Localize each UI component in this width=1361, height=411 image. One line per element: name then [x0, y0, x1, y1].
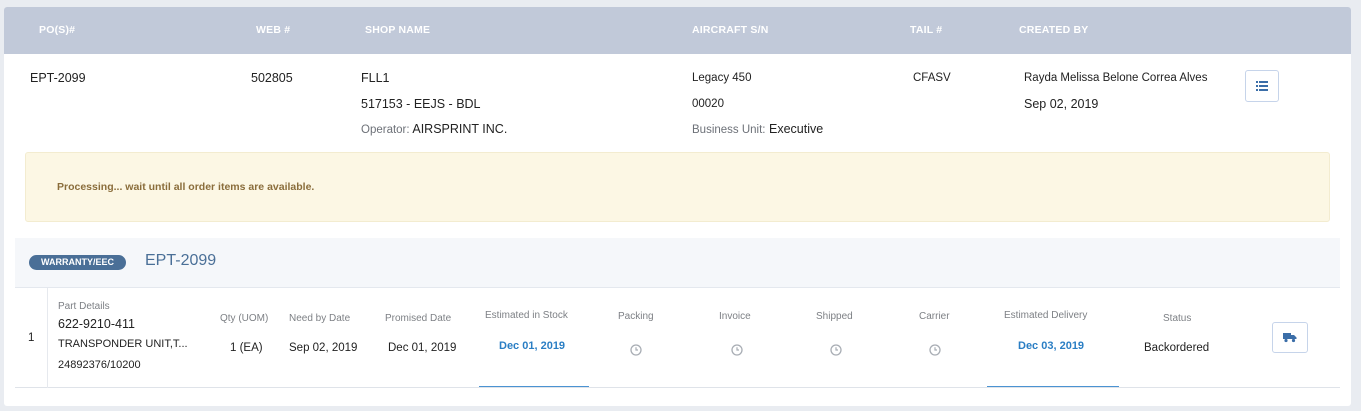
po-number: EPT-2099	[30, 71, 86, 85]
created-by: Rayda Melissa Belone Correa Alves	[1024, 72, 1208, 84]
processing-alert: Processing... wait until all order items…	[25, 152, 1330, 222]
clock-icon	[630, 344, 642, 356]
column-label-invoice: Invoice	[719, 311, 751, 322]
part-reference: 24892376/10200	[58, 359, 141, 371]
column-label-packing: Packing	[618, 311, 654, 322]
column-header-aircraft: AIRCRAFT S/N	[692, 24, 769, 36]
part-number[interactable]: 622-9210-411	[58, 317, 135, 331]
row-index: 1	[28, 332, 35, 344]
business-unit-label: Business Unit:	[692, 124, 766, 136]
order-header: WARRANTY/EEC EPT-2099	[15, 238, 1340, 287]
web-number: 502805	[251, 71, 293, 85]
column-label-est-delivery: Estimated Delivery	[1004, 310, 1088, 321]
truck-icon	[1283, 333, 1297, 343]
shop-name: FLL1	[361, 71, 390, 85]
alert-message: Processing... wait until all order items…	[57, 181, 315, 193]
column-header-web: WEB #	[256, 24, 291, 36]
table-row: 1 Part Details 622-9210-411 TRANSPONDER …	[15, 287, 1340, 388]
column-label-carrier: Carrier	[919, 311, 950, 322]
column-label-status: Status	[1163, 313, 1192, 324]
est-stock-underline	[479, 386, 589, 387]
order-id: EPT-2099	[145, 252, 217, 269]
divider	[47, 288, 48, 388]
column-label-est-stock: Estimated in Stock	[485, 310, 568, 321]
operator-label: Operator:	[361, 124, 410, 136]
quantity: 1 (EA)	[230, 342, 263, 354]
column-label-qty: Qty (UOM)	[220, 313, 269, 324]
column-label-part-details: Part Details	[58, 301, 110, 312]
column-label-promised: Promised Date	[385, 313, 452, 324]
operator-value: AIRSPRINT INC.	[412, 122, 508, 136]
clock-icon	[929, 344, 941, 356]
operator: Operator: AIRSPRINT INC.	[361, 122, 507, 136]
part-description: TRANSPONDER UNIT,T...	[58, 338, 188, 350]
list-icon	[1256, 81, 1268, 91]
promised-date: Dec 01, 2019	[388, 342, 457, 354]
order-block: WARRANTY/EEC EPT-2099 1 Part Details 622…	[15, 238, 1340, 398]
column-header-po: PO(S)#	[39, 24, 76, 36]
aircraft-model: Legacy 450	[692, 72, 752, 84]
est-stock-date[interactable]: Dec 01, 2019	[499, 340, 565, 352]
column-label-shipped: Shipped	[816, 311, 853, 322]
created-date: Sep 02, 2019	[1024, 97, 1099, 111]
list-button[interactable]	[1245, 70, 1279, 102]
tail-number: CFASV	[913, 72, 951, 84]
clock-icon	[830, 344, 842, 356]
column-header-created: CREATED BY	[1019, 24, 1089, 36]
order-card: PO(S)# WEB # SHOP NAME AIRCRAFT S/N TAIL…	[4, 7, 1351, 406]
need-by-date: Sep 02, 2019	[289, 342, 358, 354]
column-header-shop: SHOP NAME	[365, 24, 431, 36]
shop-code: 517153 - EEJS - BDL	[361, 97, 481, 111]
order-type-badge: WARRANTY/EEC	[29, 255, 127, 270]
column-header-tail: TAIL #	[910, 24, 943, 36]
track-shipment-button[interactable]	[1272, 322, 1308, 353]
column-label-need-by: Need by Date	[289, 313, 351, 324]
est-delivery-underline	[987, 386, 1119, 387]
business-unit: Business Unit: Executive	[692, 122, 823, 136]
business-unit-value: Executive	[769, 122, 824, 136]
clock-icon	[731, 344, 743, 356]
table-header: PO(S)# WEB # SHOP NAME AIRCRAFT S/N TAIL…	[4, 7, 1351, 54]
est-delivery-date[interactable]: Dec 03, 2019	[1018, 340, 1084, 352]
status-value: Backordered	[1144, 342, 1210, 354]
aircraft-sn: 00020	[692, 98, 724, 110]
